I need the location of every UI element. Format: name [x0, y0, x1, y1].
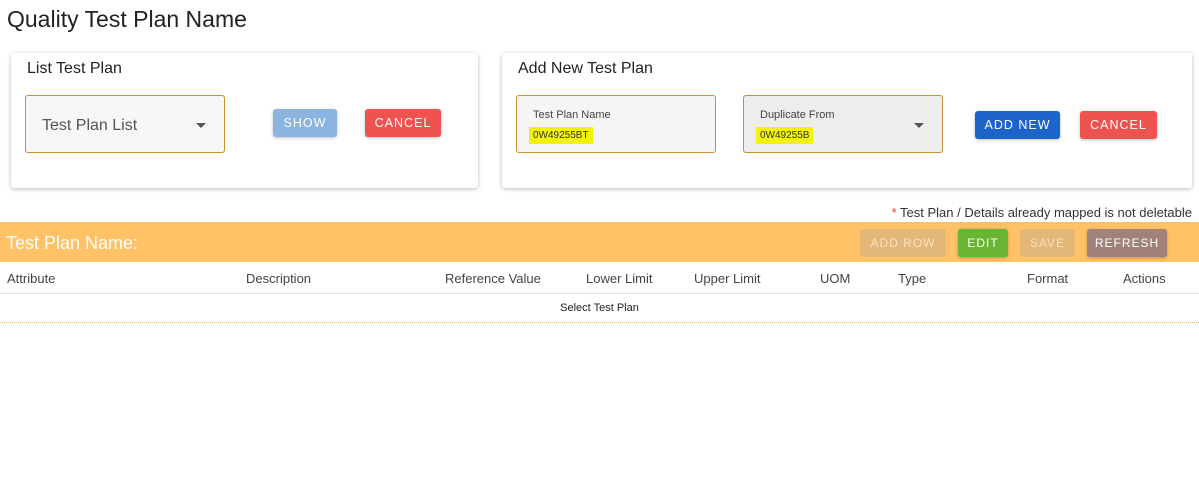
- list-cancel-button[interactable]: CANCEL: [365, 109, 441, 137]
- duplicate-from-select[interactable]: Duplicate From 0W49255B: [743, 95, 943, 153]
- test-plan-detail-title: Test Plan Name:: [6, 233, 139, 253]
- duplicate-from-value: 0W49255B: [756, 127, 814, 144]
- test-plan-detail-bar: Test Plan Name: ADD ROW EDIT SAVE REFRES…: [0, 222, 1199, 262]
- table-header: Attribute Description Reference Value Lo…: [0, 262, 1199, 294]
- chevron-down-icon: [914, 123, 924, 128]
- add-new-button[interactable]: ADD NEW: [975, 111, 1060, 139]
- duplicate-from-label: Duplicate From: [760, 109, 835, 121]
- delete-note-text: Test Plan / Details already mapped is no…: [896, 205, 1192, 220]
- refresh-button[interactable]: REFRESH: [1087, 229, 1167, 257]
- empty-table-message: Select Test Plan: [560, 302, 639, 314]
- add-row-button[interactable]: ADD ROW: [860, 229, 946, 257]
- column-header-lower-limit[interactable]: Lower Limit: [586, 271, 652, 286]
- add-test-plan-title: Add New Test Plan: [518, 60, 653, 77]
- column-header-description[interactable]: Description: [246, 271, 311, 286]
- column-header-upper-limit[interactable]: Upper Limit: [694, 271, 760, 286]
- column-header-attribute[interactable]: Attribute: [7, 271, 55, 286]
- column-header-uom[interactable]: UOM: [820, 271, 850, 286]
- test-plan-name-value[interactable]: 0W49255BT: [529, 127, 593, 144]
- test-plan-name-label: Test Plan Name: [533, 109, 611, 121]
- edit-button[interactable]: EDIT: [958, 229, 1008, 257]
- show-button[interactable]: SHOW: [273, 109, 337, 137]
- add-cancel-button[interactable]: CANCEL: [1080, 111, 1157, 139]
- test-plan-list-select[interactable]: Test Plan List: [25, 95, 225, 153]
- column-header-actions[interactable]: Actions: [1123, 271, 1166, 286]
- delete-note: * Test Plan / Details already mapped is …: [892, 205, 1192, 220]
- column-header-type[interactable]: Type: [898, 271, 926, 286]
- test-plan-name-field[interactable]: Test Plan Name 0W49255BT: [516, 95, 716, 153]
- list-test-plan-title: List Test Plan: [27, 60, 122, 77]
- table-row: Select Test Plan: [0, 294, 1199, 323]
- chevron-down-icon: [196, 123, 206, 128]
- column-header-format[interactable]: Format: [1027, 271, 1068, 286]
- test-plan-list-select-value: Test Plan List: [42, 117, 138, 134]
- column-header-reference-value[interactable]: Reference Value: [445, 271, 541, 286]
- page-title: Quality Test Plan Name: [7, 6, 247, 32]
- save-button[interactable]: SAVE: [1020, 229, 1075, 257]
- add-test-plan-card: Add New Test Plan Test Plan Name 0W49255…: [502, 53, 1192, 188]
- list-test-plan-card: List Test Plan Test Plan List SHOW CANCE…: [11, 53, 478, 188]
